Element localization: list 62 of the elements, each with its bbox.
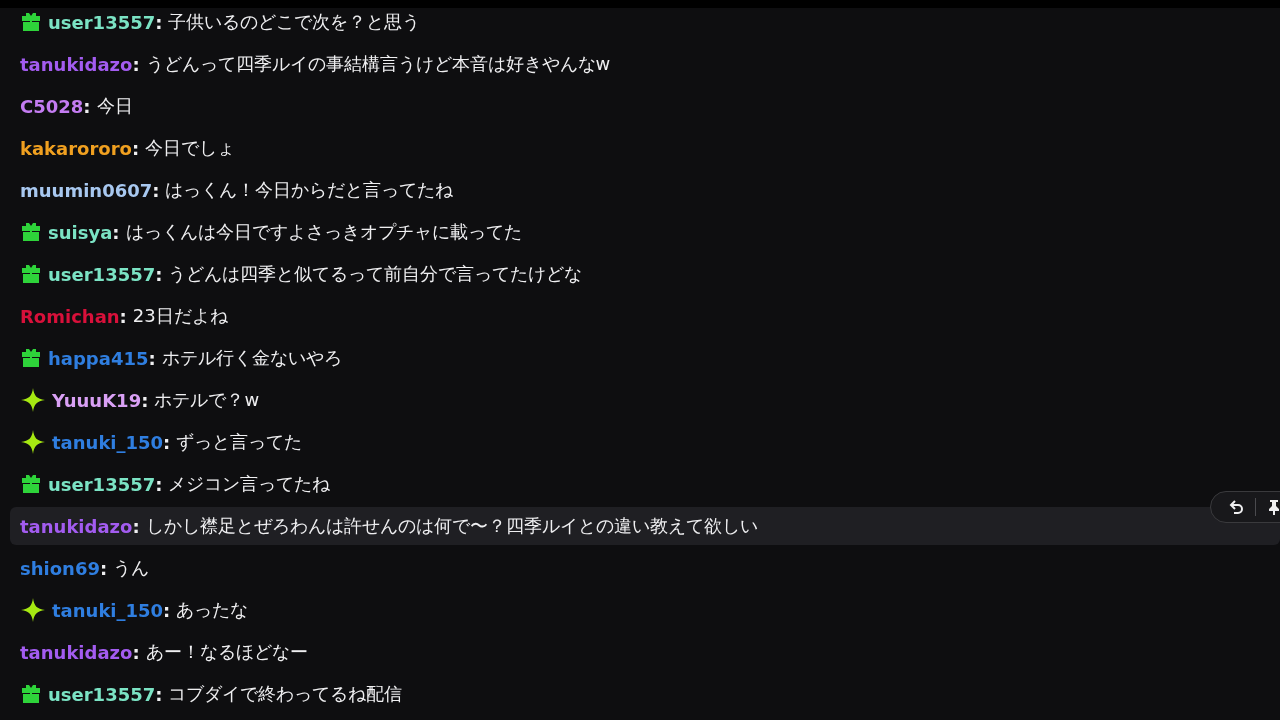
username[interactable]: tanuki_150 <box>52 431 164 453</box>
username[interactable]: kakarororo <box>20 137 132 159</box>
colon: : <box>152 179 160 201</box>
sparkle-icon <box>20 597 46 623</box>
username[interactable]: YuuuK19 <box>52 389 142 411</box>
message-text: 今日でしょ <box>145 136 236 160</box>
reply-icon <box>1229 499 1245 515</box>
colon: : <box>141 389 149 411</box>
message-text: うどんは四季と似てるって前自分で言ってたけどな <box>168 262 583 286</box>
colon: : <box>148 347 156 369</box>
username[interactable]: suisya <box>48 221 113 243</box>
gift-icon <box>20 221 42 243</box>
username[interactable]: user13557 <box>48 263 156 285</box>
username[interactable]: tanukidazo <box>20 641 133 663</box>
gift-icon <box>20 263 42 285</box>
colon: : <box>99 557 108 579</box>
message-text: ホテル行く金ないやろ <box>161 346 342 370</box>
colon: : <box>155 683 163 705</box>
colon: : <box>132 515 140 537</box>
gift-icon <box>20 11 42 33</box>
colon: : <box>163 431 171 453</box>
colon: : <box>163 599 171 621</box>
message-text: 23日だよね <box>132 304 228 328</box>
gift-icon <box>20 347 42 369</box>
sparkle-icon <box>20 429 46 455</box>
username[interactable]: tanukidazo <box>20 515 133 537</box>
colon: : <box>155 11 163 33</box>
message-text: はっくん！今日からだと言ってたね <box>165 178 454 202</box>
message-text: ずっと言ってた <box>176 430 303 454</box>
username[interactable]: user13557 <box>48 683 156 705</box>
gift-icon <box>20 473 42 495</box>
message-text: メジコン言ってたね <box>168 472 331 496</box>
message-text: うん <box>113 556 150 580</box>
sparkle-icon <box>20 387 46 413</box>
message-text: コブダイで終わってるね配信 <box>168 682 403 706</box>
colon: : <box>132 641 140 663</box>
colon: : <box>131 137 140 159</box>
username[interactable]: tanukidazo <box>20 53 133 75</box>
message-text: あったな <box>176 598 249 622</box>
message-text: はっくんは今日ですよさっきオプチャに載ってた <box>125 220 522 244</box>
message-text: 子供いるのどこで次を？と思う <box>168 10 421 34</box>
message-text: あー！なるほどなー <box>145 640 308 664</box>
colon: : <box>119 305 127 327</box>
colon: : <box>155 263 163 285</box>
message-text: しかし襟足とぜろわんは許せんのは何で〜？四季ルイとの違い教えて欲しい <box>145 514 758 538</box>
message-text: うどんって四季ルイの事結構言うけど本音は好きやんなw <box>145 52 611 76</box>
username[interactable]: muumin0607 <box>20 179 153 201</box>
username[interactable]: Romichan <box>20 305 120 327</box>
pin-icon <box>1267 499 1280 515</box>
username[interactable]: user13557 <box>48 11 156 33</box>
username[interactable]: C5028 <box>20 95 84 117</box>
username[interactable]: tanuki_150 <box>52 599 164 621</box>
colon: : <box>83 95 91 117</box>
gift-icon <box>20 683 42 705</box>
colon: : <box>112 221 120 243</box>
message-text: ホテルで？w <box>154 388 260 412</box>
colon: : <box>132 53 140 75</box>
username[interactable]: user13557 <box>48 473 156 495</box>
username[interactable]: happa415 <box>48 347 149 369</box>
message-text: 今日 <box>96 94 133 118</box>
username[interactable]: shion69 <box>20 557 100 579</box>
colon: : <box>155 473 163 495</box>
